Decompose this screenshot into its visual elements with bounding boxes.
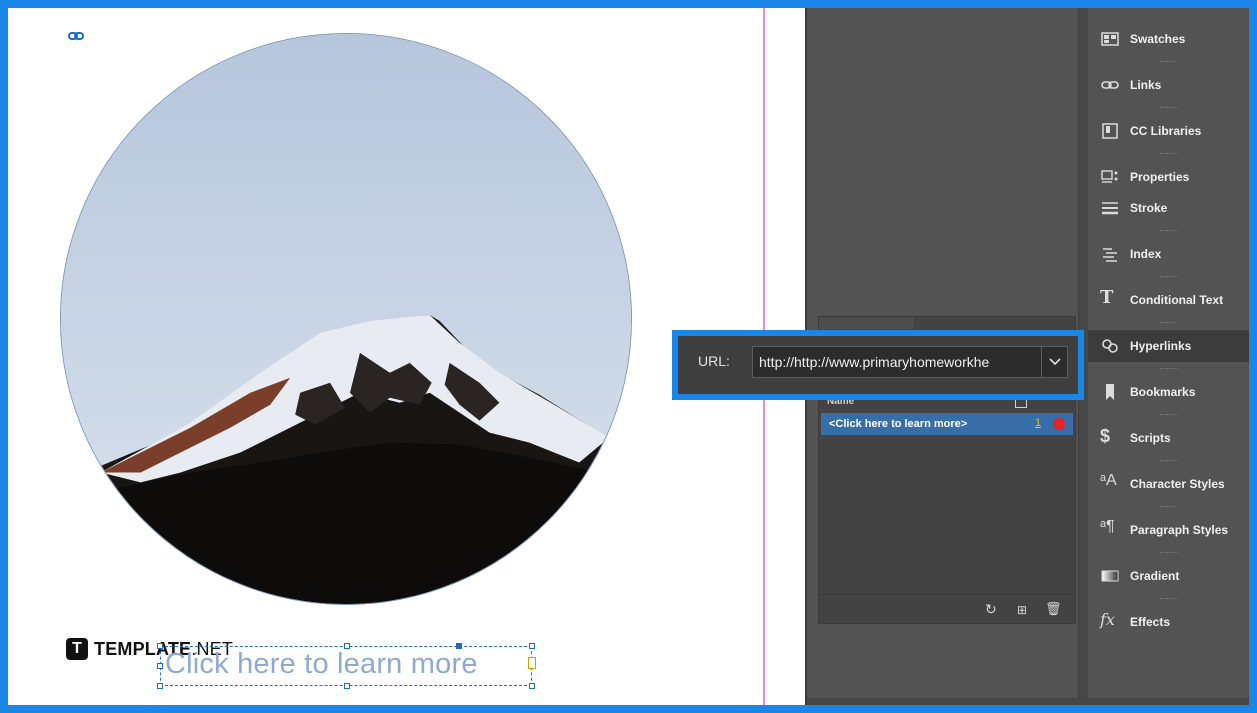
brand-mark: T xyxy=(66,638,88,660)
dock-item-label: CC Libraries xyxy=(1130,124,1202,138)
status-strip xyxy=(807,698,1249,705)
link-icon[interactable] xyxy=(68,28,84,40)
url-label: URL: xyxy=(698,353,730,369)
dock-item-label: Conditional Text xyxy=(1130,293,1224,307)
swatches-icon xyxy=(1100,30,1120,48)
dock-item-swatches[interactable]: Swatches xyxy=(1088,23,1249,55)
resize-handle-top-left[interactable] xyxy=(157,643,163,649)
links-icon xyxy=(1100,76,1120,94)
dock-item-label: Links xyxy=(1130,78,1162,92)
properties-icon xyxy=(1100,168,1120,186)
refresh-icon[interactable]: ↻ xyxy=(985,601,997,618)
dock-item-scripts[interactable]: $ Scripts xyxy=(1088,422,1249,454)
dock-item-properties[interactable]: Properties xyxy=(1088,161,1249,193)
resize-handle-top-center[interactable] xyxy=(344,643,350,649)
dock-item-label: Index xyxy=(1130,247,1162,261)
dock-item-index[interactable]: Index xyxy=(1088,238,1249,270)
index-icon xyxy=(1100,245,1120,263)
chevron-down-icon[interactable] xyxy=(1041,347,1067,377)
dock-grip[interactable] xyxy=(1160,107,1178,110)
cc-libraries-icon xyxy=(1100,122,1120,140)
dock-item-hyperlinks[interactable]: Hyperlinks xyxy=(1088,330,1249,362)
stroke-icon xyxy=(1100,199,1120,217)
dock-item-links[interactable]: Links xyxy=(1088,69,1249,101)
dock-grip[interactable] xyxy=(1160,552,1178,555)
dock-item-label: Bookmarks xyxy=(1130,385,1196,399)
dock-item-character-styles[interactable]: ᵃA Character Styles xyxy=(1088,468,1249,500)
dock-item-label: Character Styles xyxy=(1130,477,1225,491)
trash-icon[interactable]: 🗑︎ xyxy=(1045,601,1062,617)
resize-handle-top-right[interactable] xyxy=(529,643,535,649)
dock-grip[interactable] xyxy=(1160,414,1178,417)
conditional-text-icon: T xyxy=(1100,287,1114,308)
resize-handle-mid-left[interactable] xyxy=(157,663,163,669)
resize-handle-top-anchor[interactable] xyxy=(456,643,462,649)
panel-dock: Swatches Links CC Libraries Properties S… xyxy=(1088,8,1249,705)
scripts-icon: $ xyxy=(1100,426,1111,446)
dock-item-label: Effects xyxy=(1130,615,1171,629)
dock-item-label: Swatches xyxy=(1130,32,1186,46)
dock-item-label: Stroke xyxy=(1130,201,1168,215)
paragraph-styles-icon: ᵃ¶ xyxy=(1100,518,1115,535)
mountain-photo[interactable] xyxy=(60,33,632,605)
hyperlinks-panel-footer: ↻ ⊞ 🗑︎ xyxy=(819,594,1075,623)
dock-item-conditional-text[interactable]: T Conditional Text xyxy=(1088,284,1249,316)
hyperlinks-icon xyxy=(1100,337,1120,355)
hyperlink-row-count[interactable]: 1 xyxy=(1035,417,1041,429)
dock-item-cc-libraries[interactable]: CC Libraries xyxy=(1088,115,1249,147)
text-frame[interactable]: Click here to learn more xyxy=(157,643,536,689)
dock-grip[interactable] xyxy=(1160,61,1178,64)
hyperlinks-panel-tab[interactable] xyxy=(819,317,914,329)
dock-grip[interactable] xyxy=(1160,598,1178,601)
dock-grip[interactable] xyxy=(1160,276,1178,279)
app-window: T TEMPLATE.NET Click here to learn more … xyxy=(8,8,1249,705)
url-input[interactable]: http://http://www.primaryhomeworkhe xyxy=(752,346,1068,378)
dock-grip[interactable] xyxy=(1160,506,1178,509)
status-dot-icon xyxy=(1053,418,1065,430)
dock-item-label: Paragraph Styles xyxy=(1130,523,1229,537)
dock-grip[interactable] xyxy=(1160,230,1178,233)
resize-handle-bottom-center[interactable] xyxy=(344,683,350,689)
dock-item-label: Scripts xyxy=(1130,431,1171,445)
character-styles-icon: ᵃA xyxy=(1100,472,1117,489)
bookmarks-icon xyxy=(1100,383,1120,401)
new-hyperlink-icon[interactable]: ⊞ xyxy=(1017,603,1027,617)
resize-handle-bottom-left[interactable] xyxy=(157,683,163,689)
dock-grip[interactable] xyxy=(1160,368,1178,371)
dock-item-label: Properties xyxy=(1130,170,1190,184)
dock-item-stroke[interactable]: Stroke xyxy=(1088,192,1249,224)
resize-handle-bottom-right[interactable] xyxy=(529,683,535,689)
dock-grip[interactable] xyxy=(1160,322,1178,325)
dock-grip[interactable] xyxy=(1160,460,1178,463)
url-value[interactable]: http://http://www.primaryhomeworkhe xyxy=(759,354,1039,370)
text-out-port[interactable] xyxy=(528,657,536,669)
dock-grip[interactable] xyxy=(1160,153,1178,156)
url-bar: URL: http://http://www.primaryhomeworkhe xyxy=(672,330,1084,400)
dock-item-gradient[interactable]: Gradient xyxy=(1088,560,1249,592)
effects-icon: fx xyxy=(1100,610,1115,629)
hyperlink-text[interactable]: Click here to learn more xyxy=(165,648,478,681)
dock-item-bookmarks[interactable]: Bookmarks xyxy=(1088,376,1249,408)
dock-item-effects[interactable]: fx Effects xyxy=(1088,606,1249,638)
dock-item-label: Gradient xyxy=(1130,569,1180,583)
dock-item-paragraph-styles[interactable]: ᵃ¶ Paragraph Styles xyxy=(1088,514,1249,546)
dock-item-label: Hyperlinks xyxy=(1130,339,1192,353)
hyperlink-row[interactable]: <Click here to learn more> 1 xyxy=(821,413,1073,435)
hyperlink-row-label: <Click here to learn more> xyxy=(829,418,968,430)
gradient-icon xyxy=(1100,567,1120,585)
